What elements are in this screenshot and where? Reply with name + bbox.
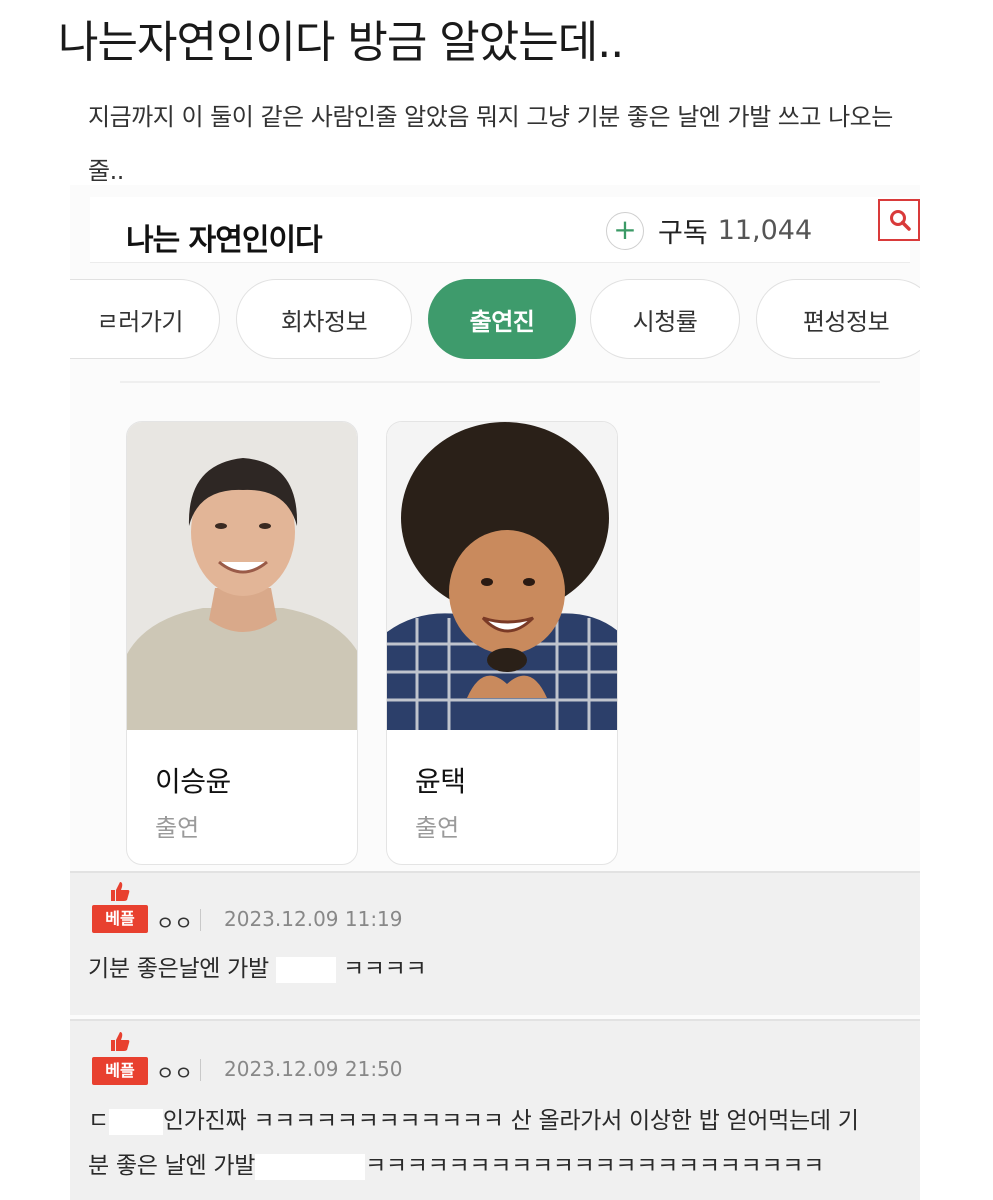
- subscriber-count: 11,044: [717, 215, 813, 246]
- separator: [200, 1059, 201, 1081]
- cast-photo: [127, 422, 357, 730]
- search-button[interactable]: [878, 199, 920, 241]
- comment-text-part: 분 좋은 날엔 가발: [88, 1153, 256, 1179]
- redaction: [255, 1153, 366, 1180]
- comment-text-part: 인가진짜 ㅋㅋㅋㅋㅋㅋㅋㅋㅋㅋㅋㅋ 산 올라가서 이상한 밥 얻어먹는데 기: [162, 1108, 859, 1134]
- badge-label: 베플: [92, 1057, 148, 1085]
- comment-author: ㅇㅇ: [156, 1061, 193, 1085]
- comment-line: ㄷ 인가진짜 ㅋㅋㅋㅋㅋㅋㅋㅋㅋㅋㅋㅋ 산 올라가서 이상한 밥 얻어먹는데 기: [88, 1099, 908, 1144]
- cast-role: 출연: [155, 814, 200, 842]
- tab-schedule[interactable]: 편성정보: [756, 279, 920, 359]
- comment-line: 분 좋은 날엔 가발 ㅋㅋㅋㅋㅋㅋㅋㅋㅋㅋㅋㅋㅋㅋㅋㅋㅋㅋㅋㅋㅋㅋ: [88, 1144, 908, 1189]
- comment-date: 2023.12.09 11:19: [224, 907, 403, 931]
- embedded-screenshot: 나는 자연인이다 + 구독 11,044 ㄹ러가기 회차정보 출연진 시청률 편…: [70, 185, 920, 1200]
- comment-text-part: 기분 좋은날엔 가발: [88, 956, 276, 982]
- comment-author: ㅇㅇ: [156, 911, 193, 935]
- badge-label: 베플: [92, 905, 148, 933]
- separator: [200, 909, 201, 931]
- cast-card-2[interactable]: 윤택 출연: [386, 421, 618, 865]
- comment-1: 베플 ㅇㅇ 2023.12.09 11:19 기분 좋은날엔 가발 ㅋㅋㅋㅋ: [70, 871, 920, 1015]
- tab-ratings[interactable]: 시청률: [590, 279, 740, 359]
- comment-text-part: ㅋㅋㅋㅋㅋㅋㅋㅋㅋㅋㅋㅋㅋㅋㅋㅋㅋㅋㅋㅋㅋㅋ: [365, 1153, 824, 1179]
- tab-label: 편성정보: [802, 307, 890, 336]
- cast-card-1[interactable]: 이승윤 출연: [126, 421, 358, 865]
- comment-text-part: ㄷ: [88, 1108, 109, 1134]
- redaction: [108, 1108, 163, 1135]
- subscribe-button[interactable]: + 구독 11,044: [606, 211, 812, 250]
- cast-name: 이승윤: [155, 765, 231, 798]
- best-badge: 베플: [92, 879, 150, 939]
- program-title: 나는 자연인이다: [126, 223, 323, 258]
- divider: [120, 381, 880, 383]
- comment-2: 베플 ㅇㅇ 2023.12.09 21:50 ㄷ 인가진짜 ㅋㅋㅋㅋㅋㅋㅋㅋㅋㅋㅋ…: [70, 1019, 920, 1200]
- thumbs-up-icon: [111, 882, 130, 901]
- post-title: 나는자연인이다 방금 알았는데..: [58, 17, 624, 68]
- program-header: 나는 자연인이다 + 구독 11,044: [90, 197, 920, 263]
- comment-text-part: ㅋㅋㅋㅋ: [342, 956, 427, 982]
- comment-text: ㄷ 인가진짜 ㅋㅋㅋㅋㅋㅋㅋㅋㅋㅋㅋㅋ 산 올라가서 이상한 밥 얻어먹는데 기 …: [88, 1099, 908, 1189]
- best-badge: 베플: [92, 1029, 150, 1089]
- cast-name: 윤택: [415, 765, 466, 798]
- tab-cast[interactable]: 출연진: [428, 279, 576, 359]
- cast-role: 출연: [415, 814, 460, 842]
- tab-watch[interactable]: ㄹ러가기: [70, 279, 220, 359]
- tab-label: 회차정보: [280, 307, 368, 336]
- tab-episodes[interactable]: 회차정보: [236, 279, 412, 359]
- search-icon: [890, 210, 911, 231]
- subscribe-label: 구독: [658, 218, 708, 249]
- post-body: 지금까지 이 둘이 같은 사람인줄 알았음 뭐지 그냥 기분 좋은 날엔 가발 …: [88, 103, 893, 185]
- redaction: [275, 956, 336, 983]
- tab-label: 시청률: [632, 307, 698, 336]
- cast-photo: [387, 422, 617, 730]
- tab-label: ㄹ러가기: [96, 307, 184, 336]
- tab-label: 출연진: [469, 307, 535, 336]
- comment-date: 2023.12.09 21:50: [224, 1057, 403, 1081]
- thumbs-up-icon: [111, 1032, 130, 1051]
- comment-text: 기분 좋은날엔 가발 ㅋㅋㅋㅋ: [88, 947, 908, 992]
- plus-icon: +: [606, 211, 644, 250]
